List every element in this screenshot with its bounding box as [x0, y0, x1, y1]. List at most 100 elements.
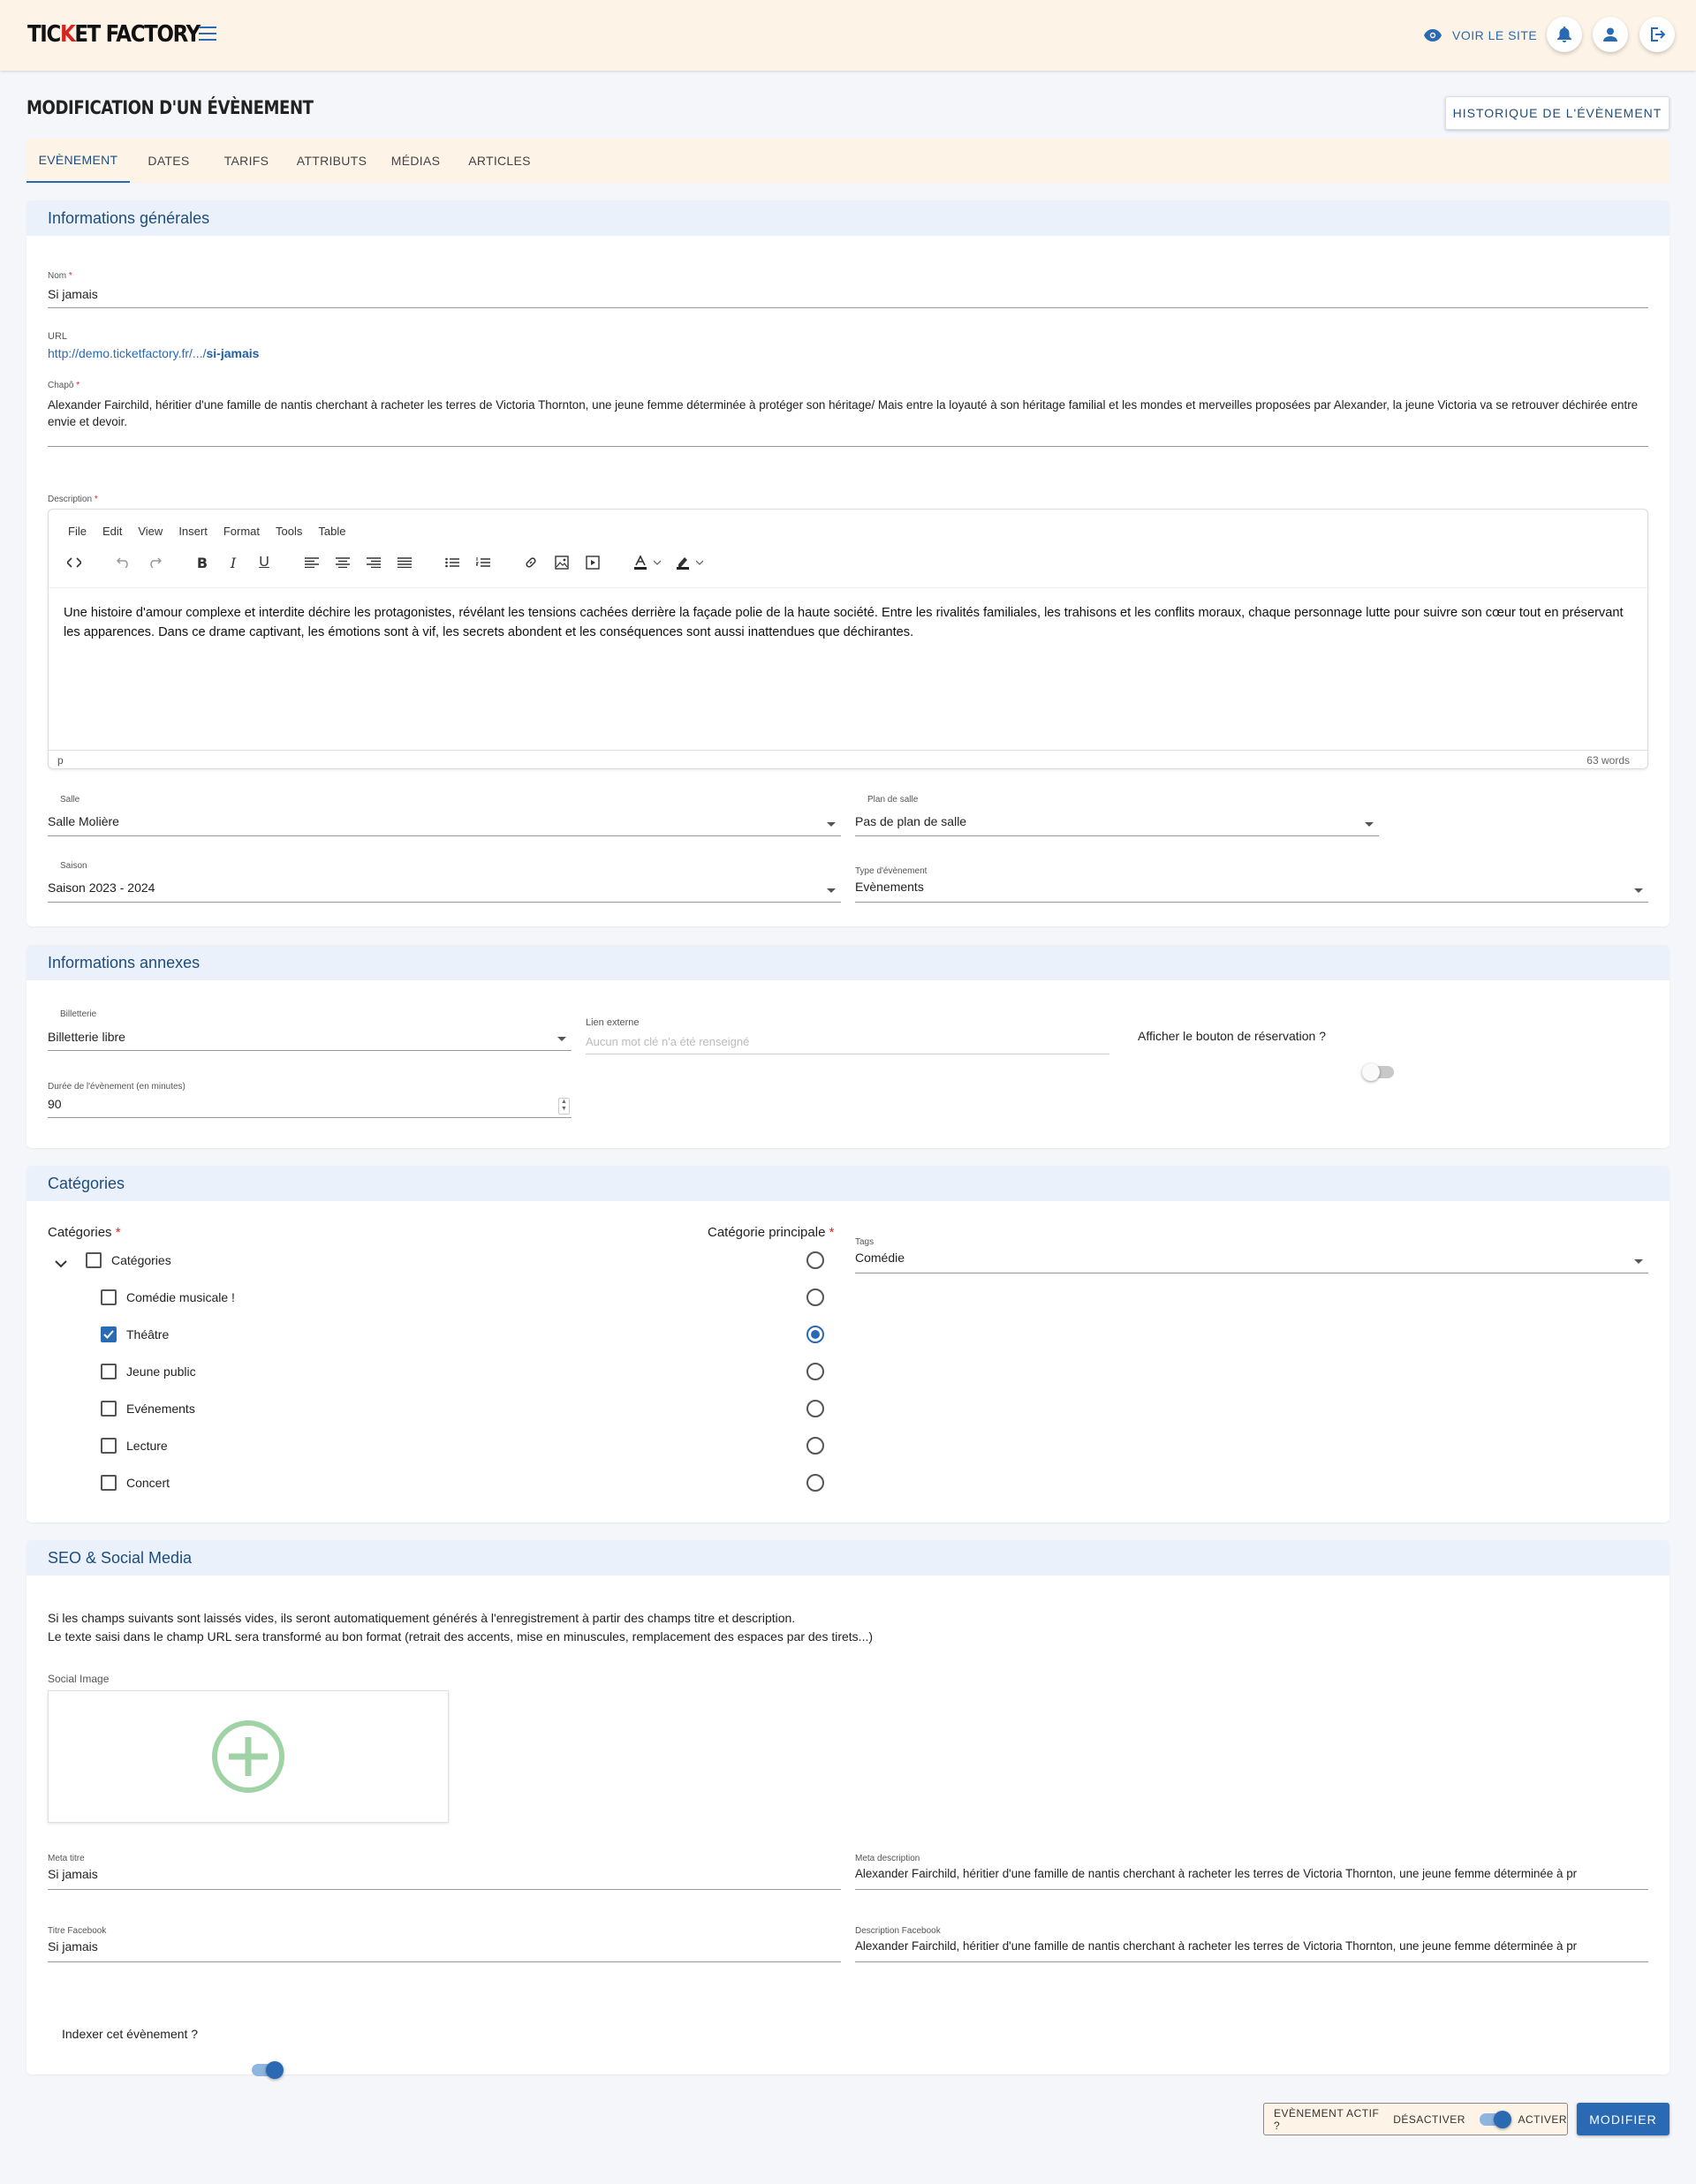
tab-articles[interactable]: ARTICLES — [453, 139, 546, 183]
index-toggle[interactable] — [252, 2061, 284, 2079]
redo-icon[interactable] — [143, 551, 166, 574]
tags-select[interactable]: Comédie — [855, 1251, 1648, 1273]
category-checkbox[interactable] — [101, 1438, 117, 1454]
menu-table[interactable]: Table — [318, 525, 345, 538]
chapo-label: Chapô * — [48, 381, 80, 390]
category-checkbox[interactable] — [101, 1364, 117, 1379]
categories-root-checkbox[interactable] — [86, 1252, 102, 1268]
media-icon[interactable] — [581, 551, 604, 574]
menu-file[interactable]: File — [68, 525, 87, 538]
page-title: MODIFICATION D'UN ÉVÈNEMENT — [26, 97, 314, 118]
categories-root-radio[interactable] — [806, 1251, 824, 1269]
align-right-icon[interactable] — [362, 551, 385, 574]
facebook-titre-input[interactable]: Si jamais — [48, 1939, 841, 1962]
general-info-card: Informations générales Nom * Si jamais U… — [26, 200, 1670, 926]
chevron-down-icon[interactable] — [652, 551, 662, 574]
active-status-box: EVÈNEMENT ACTIF ? DÉSACTIVER ACTIVER — [1263, 2103, 1568, 2135]
logo[interactable]: TICKET FACTORY — [27, 21, 201, 48]
category-radio[interactable] — [806, 1363, 824, 1380]
numbered-list-icon[interactable] — [472, 551, 495, 574]
category-radio[interactable] — [806, 1474, 824, 1492]
bold-icon[interactable]: B — [191, 551, 214, 574]
category-checkbox[interactable] — [101, 1475, 117, 1491]
menu-insert[interactable]: Insert — [178, 525, 208, 538]
billetterie-select[interactable]: Billetterie libre — [48, 1030, 572, 1051]
chevron-down-icon[interactable] — [55, 1257, 67, 1271]
active-toggle[interactable] — [1479, 2110, 1511, 2128]
dropdown-arrow-icon — [827, 822, 836, 827]
category-checkbox[interactable] — [101, 1326, 117, 1342]
align-center-icon[interactable] — [331, 551, 354, 574]
top-bar: TICKET FACTORY VOIR LE SITE — [0, 0, 1696, 71]
editor-path: p — [57, 754, 64, 767]
stepper-icon[interactable]: ▲ ▼ — [558, 1098, 570, 1115]
nom-input[interactable]: Si jamais — [48, 287, 1648, 308]
logout-button[interactable] — [1639, 17, 1675, 52]
tab-dates[interactable]: DATES — [130, 139, 208, 183]
tab-tarifs[interactable]: TARIFS — [208, 139, 285, 183]
seo-info: Si les champs suivants sont laissés vide… — [48, 1609, 873, 1646]
text-color-icon[interactable] — [629, 551, 652, 574]
type-select[interactable]: Evènements — [855, 880, 1648, 903]
menu-tools[interactable]: Tools — [276, 525, 302, 538]
category-checkbox[interactable] — [101, 1289, 117, 1305]
index-label: Indexer cet évènement ? — [62, 2027, 199, 2041]
user-icon — [1603, 27, 1617, 42]
highlight-color-icon[interactable] — [671, 551, 694, 574]
italic-icon[interactable]: I — [222, 551, 245, 574]
category-label: Théâtre — [126, 1327, 170, 1341]
link-icon[interactable] — [519, 551, 542, 574]
history-button[interactable]: HISTORIQUE DE L'ÉVÈNEMENT — [1445, 96, 1670, 130]
meta-titre-input[interactable]: Si jamais — [48, 1867, 841, 1890]
category-radio[interactable] — [806, 1400, 824, 1417]
voir-le-site-link[interactable]: VOIR LE SITE — [1424, 23, 1537, 48]
tab-evenement[interactable]: EVÈNEMENT — [26, 139, 130, 183]
desactiver-label[interactable]: DÉSACTIVER — [1393, 2113, 1465, 2126]
modifier-button[interactable]: MODIFIER — [1577, 2103, 1670, 2135]
lien-label: Lien externe — [586, 1017, 640, 1028]
seo-info-line: Si les champs suivants sont laissés vide… — [48, 1611, 796, 1625]
salle-select[interactable]: Salle Molière — [48, 814, 841, 836]
menu-icon[interactable] — [199, 26, 216, 41]
chapo-textarea[interactable]: Alexander Fairchild, héritier d'une fami… — [48, 397, 1648, 447]
dropdown-arrow-icon — [1634, 888, 1643, 893]
activer-label[interactable]: ACTIVER — [1518, 2113, 1567, 2126]
description-content[interactable]: Une histoire d'amour complexe et interdi… — [64, 603, 1634, 642]
tab-medias[interactable]: MÉDIAS — [378, 139, 453, 183]
reservation-label: Afficher le bouton de réservation ? — [1138, 1029, 1326, 1043]
billetterie-label: Billetterie — [60, 1009, 97, 1019]
menu-view[interactable]: View — [138, 525, 163, 538]
category-label: Concert — [126, 1476, 170, 1490]
meta-description-input[interactable]: Alexander Fairchild, héritier d'une fami… — [855, 1867, 1648, 1890]
url-link[interactable]: http://demo.ticketfactory.fr/.../si-jama… — [48, 346, 259, 360]
category-radio[interactable] — [806, 1288, 824, 1306]
category-checkbox[interactable] — [101, 1401, 117, 1417]
categories-label: Catégories * — [48, 1225, 121, 1240]
align-justify-icon[interactable] — [393, 551, 416, 574]
lien-input[interactable]: Aucun mot clé n'a été renseigné — [586, 1035, 1109, 1054]
plan-select[interactable]: Pas de plan de salle — [855, 814, 1379, 836]
duree-input[interactable]: 90 ▲ ▼ — [48, 1097, 572, 1118]
category-radio[interactable] — [806, 1437, 824, 1455]
align-left-icon[interactable] — [300, 551, 323, 574]
saison-select[interactable]: Saison 2023 - 2024 — [48, 880, 841, 903]
facebook-description-input[interactable]: Alexander Fairchild, héritier d'une fami… — [855, 1939, 1648, 1962]
word-count: 63 words — [1586, 754, 1630, 767]
menu-format[interactable]: Format — [223, 525, 260, 538]
seo-card: SEO & Social Media Si les champs suivant… — [26, 1540, 1670, 2079]
meta-description-label: Meta description — [855, 1854, 920, 1863]
notifications-button[interactable] — [1547, 17, 1582, 52]
seo-title: SEO & Social Media — [26, 1540, 1670, 1576]
menu-edit[interactable]: Edit — [102, 525, 122, 538]
reservation-toggle[interactable] — [1362, 1063, 1394, 1081]
tab-attributs[interactable]: ATTRIBUTS — [285, 139, 378, 183]
underline-icon[interactable]: U — [253, 551, 276, 574]
category-radio[interactable] — [806, 1326, 824, 1343]
bullet-list-icon[interactable] — [441, 551, 464, 574]
social-image-upload[interactable] — [48, 1690, 449, 1823]
undo-icon[interactable] — [112, 551, 135, 574]
profile-button[interactable] — [1593, 17, 1628, 52]
image-icon[interactable] — [550, 551, 573, 574]
source-code-icon[interactable] — [63, 551, 86, 574]
chevron-down-icon[interactable] — [694, 551, 705, 574]
